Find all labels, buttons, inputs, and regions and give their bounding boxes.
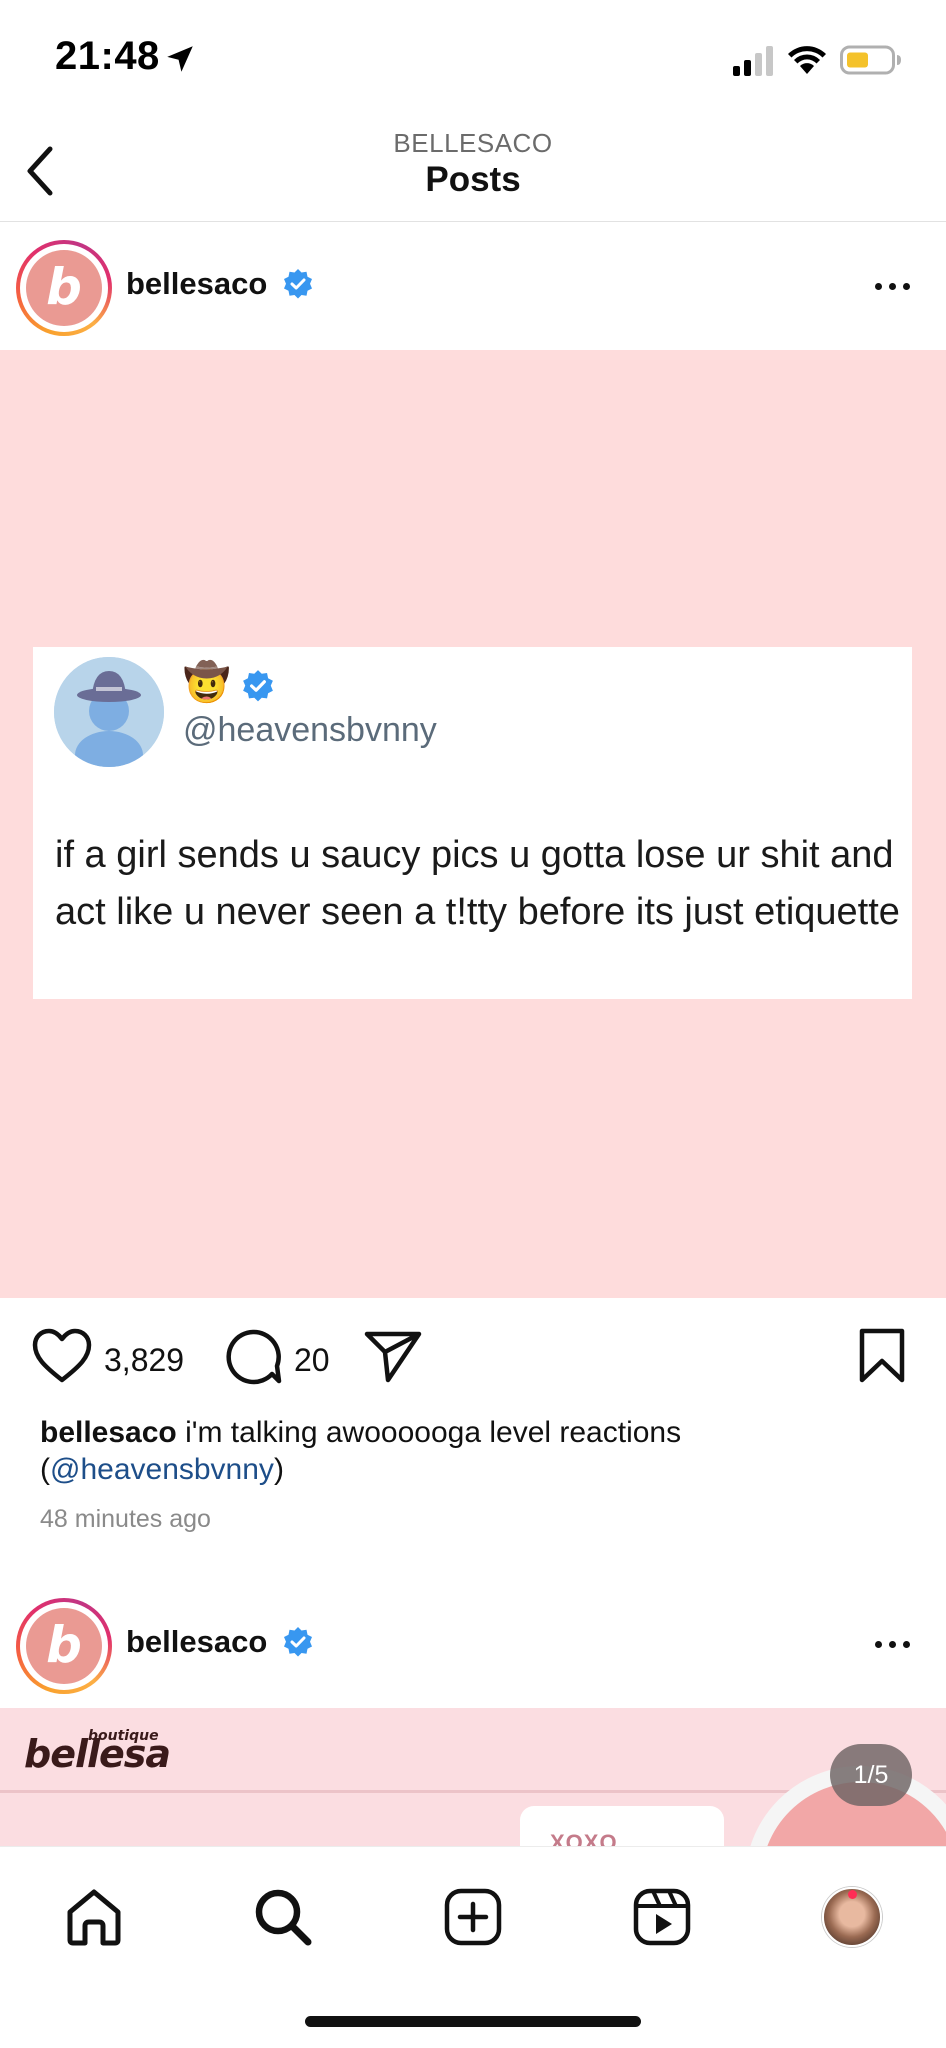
cowboy-emoji: 🤠 xyxy=(183,662,231,704)
comment-count[interactable]: 20 xyxy=(294,1342,330,1379)
post-username[interactable]: bellesaco xyxy=(126,1624,267,1660)
verified-badge-icon xyxy=(284,1627,312,1657)
share-send-icon[interactable] xyxy=(364,1330,422,1384)
story-avatar[interactable]: b xyxy=(16,1598,112,1694)
home-indicator[interactable] xyxy=(305,2016,641,2027)
home-icon xyxy=(67,1889,121,1946)
like-heart-icon[interactable] xyxy=(32,1328,92,1384)
nav-profile[interactable] xyxy=(812,1877,892,1957)
cowboy-avatar-illustration xyxy=(54,657,164,767)
tweet-text: if a girl sends u saucy pics u gotta los… xyxy=(55,834,900,933)
page-header: BELLESACO Posts xyxy=(0,120,946,222)
nav-search[interactable] xyxy=(243,1877,323,1957)
verified-badge-icon xyxy=(243,670,273,702)
like-count[interactable]: 3,829 xyxy=(104,1342,184,1379)
caption-mention-link[interactable]: @heavensbvnny xyxy=(50,1453,274,1486)
status-time: 21:48 xyxy=(55,34,160,78)
post-header: b bellesaco xyxy=(0,1580,946,1708)
caption-paren-open: ( xyxy=(40,1453,50,1486)
page-title: Posts xyxy=(425,160,521,199)
dot-icon xyxy=(888,1640,896,1648)
comment-icon[interactable] xyxy=(224,1328,282,1386)
battery-icon xyxy=(840,45,901,75)
header-account-name: BELLESACO xyxy=(393,128,553,158)
post-image[interactable]: bellesa boutique XOXO 1/5 xyxy=(0,1708,946,1846)
post-caption: bellesaco i'm talking awoooooga level re… xyxy=(40,1414,920,1488)
more-options-button[interactable] xyxy=(860,1626,924,1662)
tweet-handle: @heavensbvnny xyxy=(183,711,437,749)
nav-reels[interactable] xyxy=(622,1877,702,1957)
product-card: XOXO xyxy=(520,1806,724,1846)
tweet-screenshot: 🤠 @heavensbvnny if a girl sends u saucy … xyxy=(33,647,912,999)
dot-icon xyxy=(888,282,896,290)
dot-icon xyxy=(902,282,910,290)
search-icon xyxy=(255,1889,312,1946)
wifi-icon xyxy=(788,46,826,74)
status-bar: 21:48 xyxy=(0,0,946,120)
story-avatar[interactable]: b xyxy=(16,240,112,336)
post-image[interactable]: 🤠 @heavensbvnny if a girl sends u saucy … xyxy=(0,350,946,1298)
avatar: b xyxy=(26,250,102,326)
post-actions: 3,829 20 xyxy=(0,1300,946,1418)
caption-text: i'm talking awoooooga level reactions xyxy=(185,1416,682,1449)
location-arrow-icon xyxy=(167,46,193,72)
nav-create[interactable] xyxy=(433,1877,513,1957)
nav-home[interactable] xyxy=(54,1877,134,1957)
dot-icon xyxy=(874,282,882,290)
bookmark-icon[interactable] xyxy=(858,1328,906,1384)
reels-icon xyxy=(633,1888,691,1946)
post-header: b bellesaco xyxy=(0,222,946,350)
post-username[interactable]: bellesaco xyxy=(126,266,267,302)
verified-badge-icon xyxy=(284,269,312,299)
caption-username[interactable]: bellesaco xyxy=(40,1416,177,1449)
product-card-text: XOXO xyxy=(550,1830,618,1846)
post-timestamp: 48 minutes ago xyxy=(40,1505,211,1533)
dot-icon xyxy=(902,1640,910,1648)
dot-icon xyxy=(874,1640,882,1648)
caption-paren-close: ) xyxy=(273,1453,284,1486)
tweet-avatar xyxy=(54,657,164,767)
brand-sub-logo: boutique xyxy=(88,1728,159,1744)
avatar: b xyxy=(26,1608,102,1684)
create-icon xyxy=(444,1888,502,1946)
notification-dot xyxy=(848,1890,857,1899)
signal-icon xyxy=(733,46,773,76)
carousel-counter: 1/5 xyxy=(830,1744,912,1806)
more-options-button[interactable] xyxy=(860,268,924,304)
